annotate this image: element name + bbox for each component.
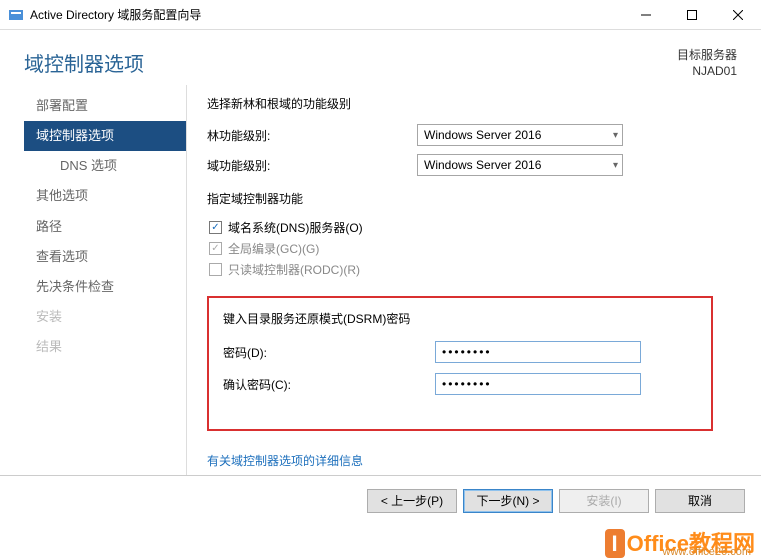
dc-capabilities-title: 指定域控制器功能 bbox=[207, 190, 743, 207]
sidebar-item-review[interactable]: 查看选项 bbox=[24, 242, 186, 272]
maximize-button[interactable] bbox=[669, 0, 715, 29]
minimize-button[interactable] bbox=[623, 0, 669, 29]
wizard-sidebar: 部署配置 域控制器选项 DNS 选项 其他选项 路径 查看选项 先决条件检查 安… bbox=[24, 85, 186, 475]
close-button[interactable] bbox=[715, 0, 761, 29]
window-controls bbox=[623, 0, 761, 29]
watermark-brand: IOffice教程网 bbox=[605, 526, 755, 558]
dsrm-title: 键入目录服务还原模式(DSRM)密码 bbox=[223, 310, 697, 327]
sidebar-item-label: 安装 bbox=[36, 309, 62, 324]
next-button[interactable]: 下一步(N) > bbox=[463, 489, 553, 513]
gc-checkbox-label: 全局编录(GC)(G) bbox=[228, 240, 319, 257]
sidebar-item-results: 结果 bbox=[24, 332, 186, 362]
sidebar-item-label: 其他选项 bbox=[36, 188, 88, 203]
domain-level-select[interactable]: Windows Server 2016 ▾ bbox=[417, 154, 623, 176]
sidebar-item-dns-options[interactable]: DNS 选项 bbox=[24, 151, 186, 181]
page-header: 域控制器选项 目标服务器 NJAD01 bbox=[0, 30, 761, 85]
forest-level-select[interactable]: Windows Server 2016 ▾ bbox=[417, 124, 623, 146]
previous-button[interactable]: < 上一步(P) bbox=[367, 489, 457, 513]
chevron-down-icon: ▾ bbox=[613, 160, 618, 171]
watermark-icon: I bbox=[605, 529, 625, 558]
rodc-checkbox-label: 只读域控制器(RODC)(R) bbox=[228, 261, 360, 278]
sidebar-item-label: DNS 选项 bbox=[60, 158, 117, 173]
sidebar-item-label: 域控制器选项 bbox=[36, 128, 114, 143]
target-server-block: 目标服务器 NJAD01 bbox=[677, 48, 737, 79]
sidebar-item-paths[interactable]: 路径 bbox=[24, 212, 186, 242]
app-icon bbox=[8, 7, 24, 23]
window-title: Active Directory 域服务配置向导 bbox=[30, 6, 623, 23]
sidebar-item-label: 路径 bbox=[36, 219, 62, 234]
target-server-label: 目标服务器 bbox=[677, 48, 737, 64]
gc-checkbox: ✓ bbox=[209, 242, 222, 255]
sidebar-item-label: 结果 bbox=[36, 339, 62, 354]
form-panel: 选择新林和根域的功能级别 林功能级别: Windows Server 2016 … bbox=[186, 85, 761, 475]
dns-checkbox-label: 域名系统(DNS)服务器(O) bbox=[228, 219, 363, 236]
target-server-name: NJAD01 bbox=[677, 64, 737, 80]
sidebar-item-dc-options[interactable]: 域控制器选项 bbox=[24, 121, 186, 151]
dns-checkbox[interactable]: ✓ bbox=[209, 221, 222, 234]
chevron-down-icon: ▾ bbox=[613, 130, 618, 141]
page-title: 域控制器选项 bbox=[24, 48, 144, 77]
forest-level-value: Windows Server 2016 bbox=[424, 128, 541, 142]
functional-level-title: 选择新林和根域的功能级别 bbox=[207, 95, 743, 112]
sidebar-item-prereq[interactable]: 先决条件检查 bbox=[24, 272, 186, 302]
domain-level-label: 域功能级别: bbox=[207, 157, 417, 174]
confirm-password-label: 确认密码(C): bbox=[223, 376, 435, 393]
watermark-url: www.office26.com bbox=[663, 546, 751, 558]
confirm-password-input[interactable] bbox=[435, 373, 641, 395]
sidebar-item-install: 安装 bbox=[24, 302, 186, 332]
password-input[interactable] bbox=[435, 341, 641, 363]
dsrm-password-box: 键入目录服务还原模式(DSRM)密码 密码(D): 确认密码(C): bbox=[207, 296, 713, 431]
rodc-checkbox bbox=[209, 263, 222, 276]
domain-level-value: Windows Server 2016 bbox=[424, 158, 541, 172]
password-label: 密码(D): bbox=[223, 344, 435, 361]
sidebar-item-other[interactable]: 其他选项 bbox=[24, 181, 186, 211]
sidebar-item-deploy[interactable]: 部署配置 bbox=[24, 91, 186, 121]
install-button: 安装(I) bbox=[559, 489, 649, 513]
forest-level-label: 林功能级别: bbox=[207, 127, 417, 144]
more-info-link[interactable]: 有关域控制器选项的详细信息 bbox=[207, 452, 363, 469]
window-titlebar: Active Directory 域服务配置向导 bbox=[0, 0, 761, 30]
sidebar-item-label: 先决条件检查 bbox=[36, 279, 114, 294]
wizard-footer: < 上一步(P) 下一步(N) > 安装(I) 取消 bbox=[0, 475, 761, 525]
sidebar-item-label: 查看选项 bbox=[36, 249, 88, 264]
cancel-button[interactable]: 取消 bbox=[655, 489, 745, 513]
sidebar-item-label: 部署配置 bbox=[36, 98, 88, 113]
